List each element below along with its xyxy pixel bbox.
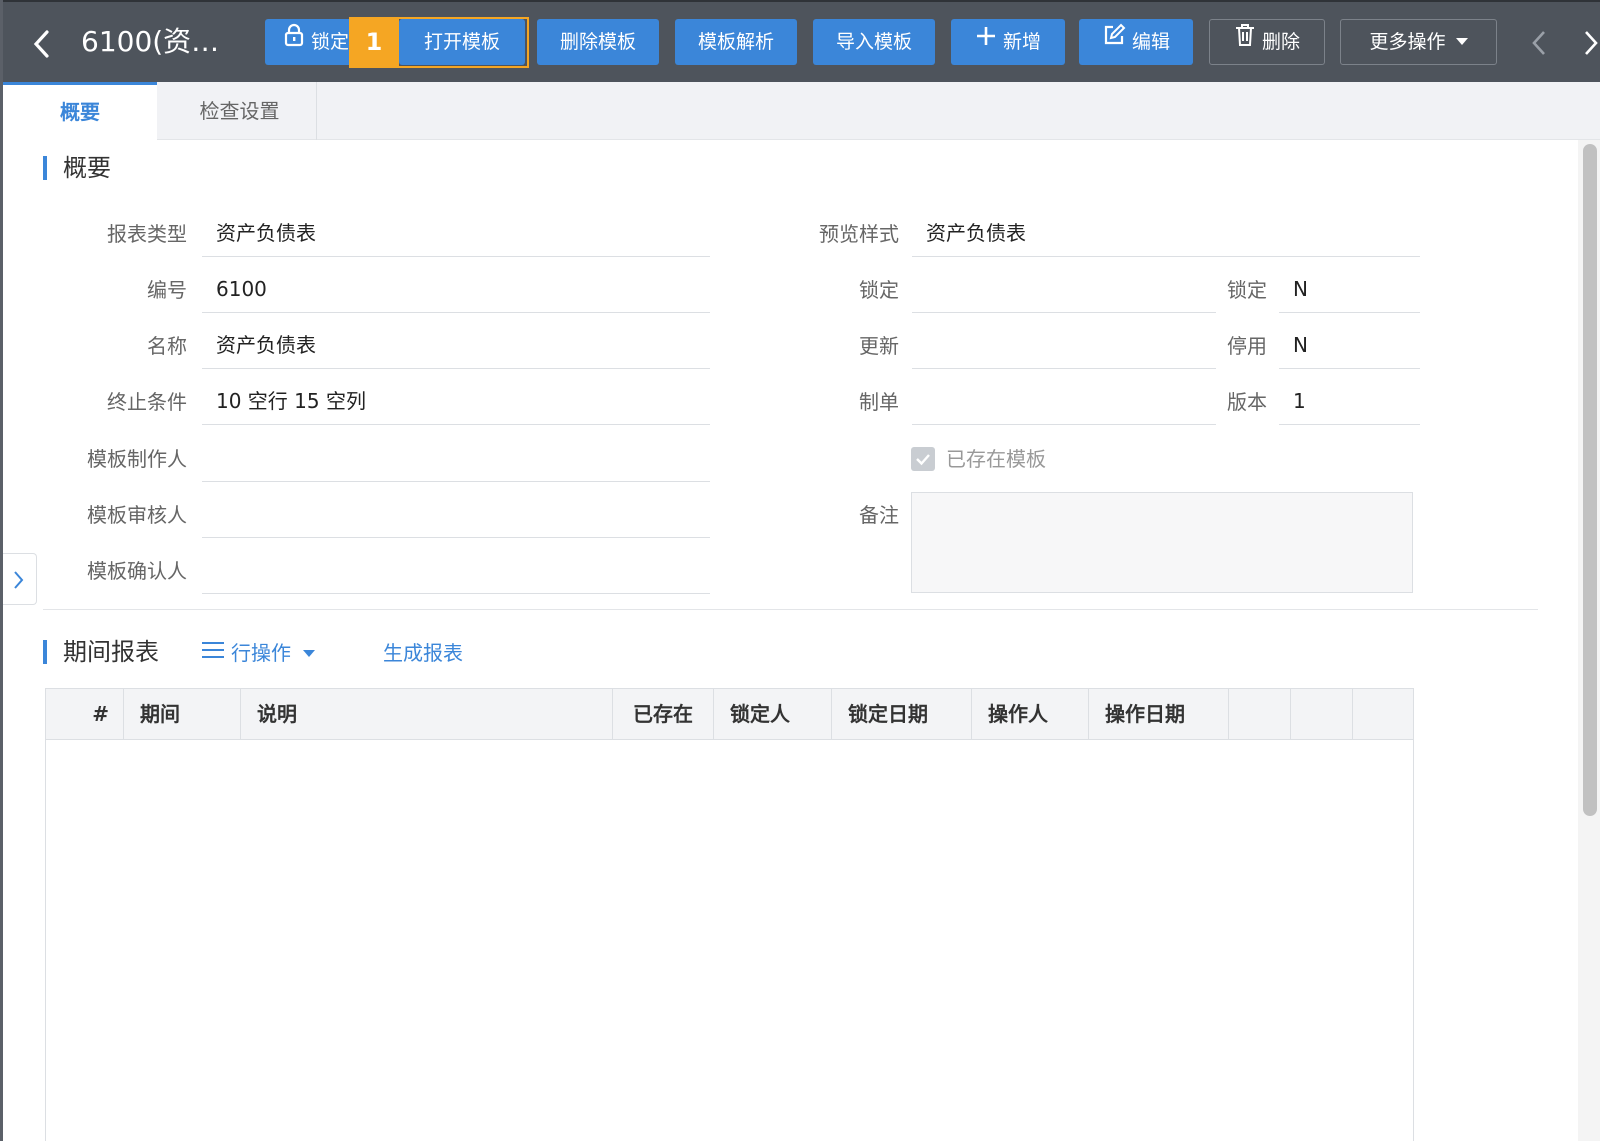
stop-condition-label: 终止条件 (107, 390, 187, 414)
template-exists-label: 已存在模板 (946, 447, 1046, 471)
code-field[interactable]: 6100 (202, 268, 710, 313)
column-header-period[interactable]: 期间 (124, 689, 241, 739)
caret-down-icon (303, 649, 315, 657)
column-header-extra-3[interactable] (1353, 689, 1415, 739)
chevron-right-icon (1585, 31, 1598, 55)
step-marker-badge: 1 (349, 17, 399, 68)
delete-button-label: 删除 (1261, 31, 1300, 53)
tab-check-settings[interactable]: 检查设置 (163, 82, 317, 140)
chevron-left-icon (33, 30, 49, 58)
preview-style-field[interactable]: 资产负债表 (912, 212, 1420, 257)
edit-icon (1102, 18, 1126, 64)
locked-by-label: 锁定 (859, 278, 899, 302)
next-record-button[interactable] (1581, 24, 1600, 62)
delete-template-button[interactable]: 删除模板 (537, 19, 659, 65)
more-actions-label: 更多操作 (1369, 31, 1446, 53)
stop-condition-field[interactable]: 10 空行 15 空列 (202, 380, 710, 425)
code-label: 编号 (147, 278, 187, 302)
creator-label: 制单 (859, 390, 899, 414)
version-label: 版本 (1227, 390, 1267, 414)
updated-label: 更新 (859, 334, 899, 358)
locked-flag-label: 锁定 (1227, 278, 1267, 302)
tab-bar: 概要 检查设置 (3, 82, 1600, 140)
chevron-right-icon (14, 571, 24, 589)
chevron-left-icon (1532, 31, 1545, 55)
edit-button[interactable]: 编辑 (1079, 19, 1193, 65)
preview-style-label: 预览样式 (819, 222, 899, 246)
column-header-extra-1[interactable] (1229, 689, 1291, 739)
add-button[interactable]: 新增 (951, 19, 1065, 65)
template-reviewer-field[interactable] (202, 493, 710, 538)
import-template-button[interactable]: 导入模板 (813, 19, 935, 65)
document-title: 6100(资… (81, 25, 220, 58)
column-header-operation-date[interactable]: 操作日期 (1089, 689, 1229, 739)
version-field[interactable]: 1 (1279, 380, 1420, 425)
remarks-textarea[interactable] (911, 492, 1413, 593)
row-operation-dropdown[interactable]: 行操作 (201, 635, 315, 671)
period-reports-table: # 期间 说明 已存在 锁定人 锁定日期 操作人 操作日期 (45, 688, 1414, 1141)
tab-overview[interactable]: 概要 (3, 82, 157, 140)
name-label: 名称 (147, 334, 187, 358)
side-panel-toggle[interactable] (3, 553, 37, 605)
lock-icon (283, 19, 305, 64)
column-header-exists[interactable]: 已存在 (613, 689, 714, 739)
column-header-extra-2[interactable] (1291, 689, 1353, 739)
column-header-locked-date[interactable]: 锁定日期 (832, 689, 972, 739)
scrollbar-thumb[interactable] (1583, 144, 1597, 816)
parse-template-button[interactable]: 模板解析 (675, 19, 797, 65)
updated-field[interactable] (912, 324, 1216, 369)
row-operation-label: 行操作 (231, 641, 291, 665)
creator-field[interactable] (912, 380, 1216, 425)
table-header: # 期间 说明 已存在 锁定人 锁定日期 操作人 操作日期 (46, 689, 1413, 740)
add-button-label: 新增 (1002, 31, 1041, 53)
prev-record-button[interactable] (1527, 24, 1551, 62)
locked-by-field[interactable] (912, 268, 1216, 313)
remarks-label: 备注 (859, 503, 899, 527)
more-actions-dropdown[interactable]: 更多操作 (1340, 19, 1497, 65)
template-confirmer-field[interactable] (202, 549, 710, 594)
list-icon (201, 635, 225, 671)
section-title-period-reports: 期间报表 (43, 637, 159, 667)
locked-flag-field[interactable]: N (1279, 268, 1420, 313)
checkmark-icon (916, 454, 930, 466)
generate-report-link[interactable]: 生成报表 (383, 635, 463, 671)
top-toolbar: 6100(资… 锁定 打开模板 删除模板 模板解析 导入模板 新增 编辑 删除 … (3, 0, 1600, 82)
delete-button[interactable]: 删除 (1209, 19, 1325, 65)
app-window: 6100(资… 锁定 打开模板 删除模板 模板解析 导入模板 新增 编辑 删除 … (3, 0, 1600, 1141)
lock-button-label: 锁定 (311, 31, 350, 53)
name-field[interactable]: 资产负债表 (202, 324, 710, 369)
edit-button-label: 编辑 (1131, 31, 1170, 53)
caret-down-icon (1455, 37, 1468, 45)
open-template-button[interactable]: 打开模板 (399, 19, 525, 65)
column-header-locked-by[interactable]: 锁定人 (714, 689, 832, 739)
template-maker-field[interactable] (202, 437, 710, 482)
trash-icon (1234, 19, 1256, 63)
section-title-overview: 概要 (43, 153, 111, 183)
template-confirmer-label: 模板确认人 (87, 559, 187, 583)
column-header-index[interactable]: # (46, 689, 124, 739)
back-button[interactable] (31, 24, 59, 64)
column-header-operator[interactable]: 操作人 (972, 689, 1089, 739)
plus-icon (975, 18, 997, 64)
disabled-label: 停用 (1227, 334, 1267, 358)
section-divider (43, 609, 1538, 610)
column-header-description[interactable]: 说明 (241, 689, 613, 739)
template-reviewer-label: 模板审核人 (87, 503, 187, 527)
template-exists-checkbox[interactable] (911, 447, 935, 471)
report-type-field[interactable]: 资产负债表 (202, 212, 710, 257)
disabled-field[interactable]: N (1279, 324, 1420, 369)
report-type-label: 报表类型 (107, 222, 187, 246)
template-maker-label: 模板制作人 (87, 447, 187, 471)
